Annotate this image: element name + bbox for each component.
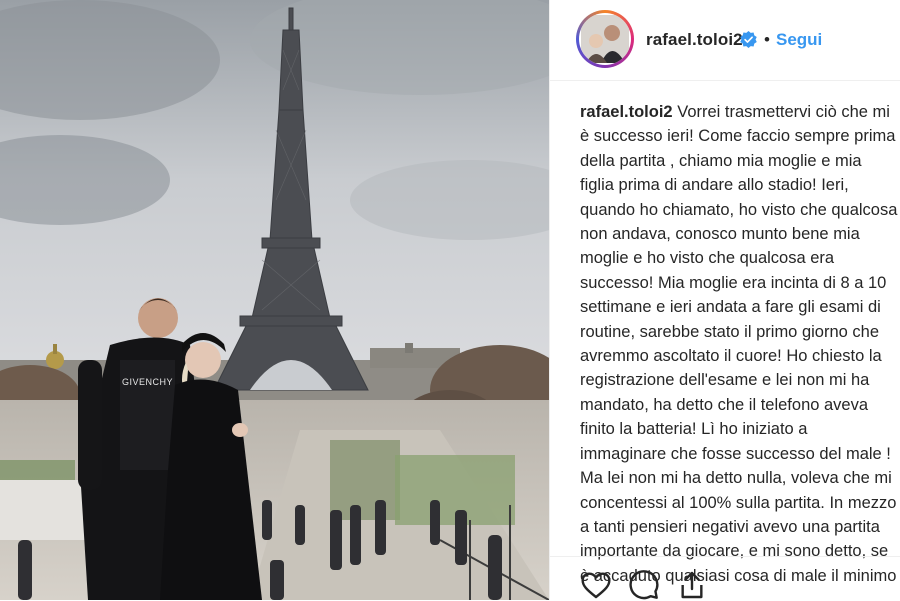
post-caption: rafael.toloi2 Vorrei trasmettervi ciò ch… [580,100,900,588]
caption-line: figlia prima di andare allo stadio! Ieri… [580,176,849,195]
caption-line: concentessi al 100% sulla partita. In me… [580,493,897,512]
heart-icon[interactable] [580,569,612,601]
caption-line: moglie e ho visto che qualcosa era [580,249,835,268]
caption-line: successo! Mia moglie era incinta di 8 a … [580,273,887,292]
eiffel-tower-photo: GIVENCHY [0,0,549,600]
caption-line: quando ho chiamato, ho visto che qualcos… [580,200,898,219]
caption-username-link[interactable]: rafael.toloi2 [580,103,673,121]
caption-line: settimane e ieri andata a fare gli esami… [580,298,881,317]
caption-text: Vorrei trasmettervi ciò che mi [677,103,890,121]
caption-line: Ma lei non mi ha detto nulla, voleva che… [580,469,892,488]
caption-line: mandato, ha detto che il telefono aveva [580,395,869,414]
comment-icon[interactable] [628,569,660,601]
avatar-photo [579,13,631,65]
caption-line: non andava, conosco munto bene mia [580,225,860,244]
caption-line: routine, sarebbe stato il primo giorno c… [580,322,879,341]
follow-button[interactable]: Segui [776,30,822,50]
post-actions-bar [550,556,900,601]
caption-line: della partita , chiamo mia moglie e mia [580,151,862,170]
caption-line: finito la batteria! Lì ho iniziato a [580,420,808,439]
verified-badge-icon [740,31,757,48]
avatar[interactable] [576,10,634,68]
caption-line: avremmo ascoltato il cuore! Ho chiesto l… [580,347,882,366]
share-icon[interactable] [676,569,708,601]
post-side-panel: rafael.toloi2 • Segui rafael.toloi2 Vorr… [549,0,900,600]
caption-line: è successo ieri! Come faccio sempre prim… [580,127,896,146]
caption-line: a tanti pensieri negativi avevo una part… [580,517,880,536]
post-header: rafael.toloi2 • Segui [550,0,900,81]
caption-line: registrazione dell'esame e lei non mi ha [580,371,870,390]
username-link[interactable]: rafael.toloi2 [646,30,743,50]
avatar-image [581,15,629,63]
caption-line-1: rafael.toloi2 Vorrei trasmettervi ciò ch… [580,100,900,124]
separator-dot: • [764,30,770,49]
shirt-logo-text: GIVENCHY [122,377,173,387]
post-photo: GIVENCHY [0,0,549,600]
caption-line: immaginare che fosse successo del male ! [580,444,891,463]
